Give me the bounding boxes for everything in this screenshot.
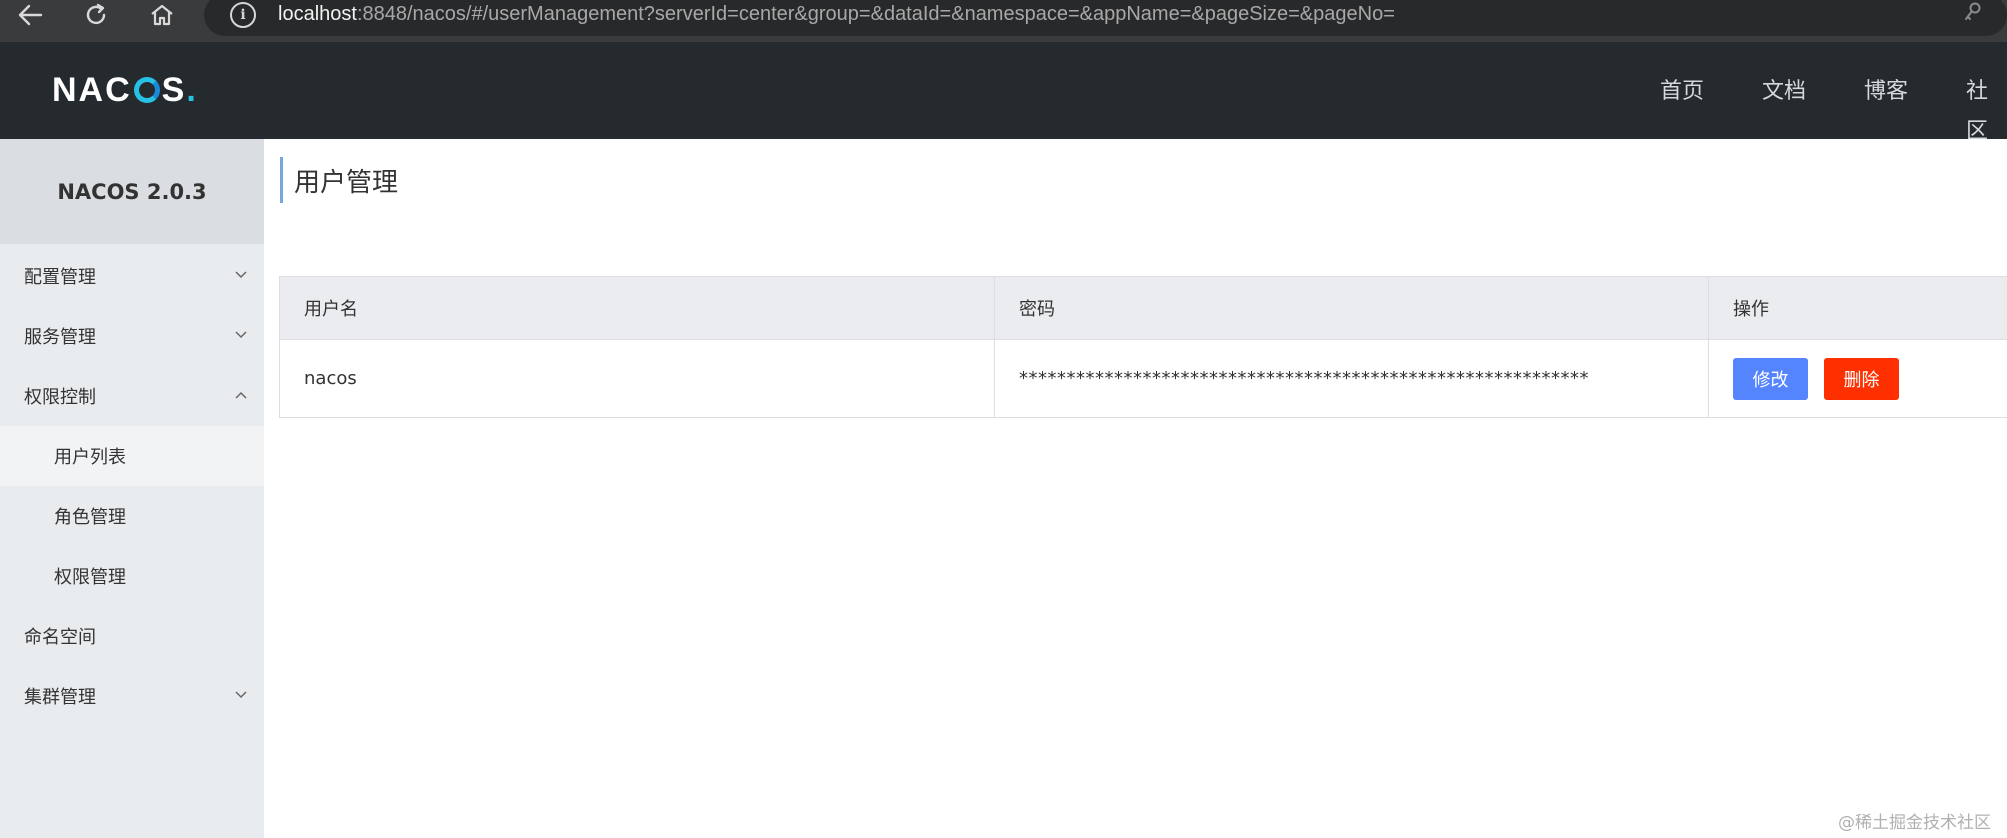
sidebar-item-namespace[interactable]: 命名空间 <box>0 606 264 666</box>
sidebar-item-role-management[interactable]: 角色管理 <box>0 486 264 546</box>
reload-icon[interactable] <box>76 0 116 30</box>
sidebar-item-label: 集群管理 <box>24 687 96 708</box>
nacos-logo[interactable]: NA C S. <box>52 70 198 110</box>
sidebar-item-label: 权限管理 <box>54 567 126 588</box>
sidebar-item-label: 配置管理 <box>24 267 96 288</box>
sidebar-item-permission-management[interactable]: 权限管理 <box>0 546 264 606</box>
nav-blog-link[interactable]: 博客 <box>1864 72 1908 112</box>
cell-username: nacos <box>304 368 357 389</box>
sidebar: NACOS 2.0.3 配置管理 服务管理 权限控制 用户列表 角色管理 权限管… <box>0 139 264 838</box>
chevron-down-icon <box>234 268 248 282</box>
chevron-down-icon <box>234 328 248 342</box>
page-title: 用户管理 <box>294 167 399 198</box>
key-icon[interactable] <box>1964 2 1982 27</box>
home-icon[interactable] <box>142 0 182 30</box>
chevron-up-icon <box>234 388 248 402</box>
column-header-password: 密码 <box>994 277 1708 339</box>
back-arrow-icon[interactable] <box>10 0 50 30</box>
top-header: NA C S. 首页 文档 博客 社区 <box>0 42 2007 144</box>
sidebar-item-label: 命名空间 <box>24 627 96 648</box>
column-header-username: 用户名 <box>304 299 358 320</box>
sidebar-item-label: 服务管理 <box>24 327 96 348</box>
site-info-icon[interactable]: i <box>230 2 256 28</box>
delete-button[interactable]: 删除 <box>1824 358 1899 400</box>
sidebar-item-label: 角色管理 <box>54 507 126 528</box>
sidebar-item-config-management[interactable]: 配置管理 <box>0 246 264 306</box>
sidebar-brand: NACOS 2.0.3 <box>0 139 264 244</box>
sidebar-item-label: 用户列表 <box>54 447 126 468</box>
browser-toolbar: i localhost:8848/nacos/#/userManagement?… <box>0 0 2007 42</box>
logo-dot: . <box>186 70 198 109</box>
sidebar-item-cluster-management[interactable]: 集群管理 <box>0 666 264 726</box>
column-header-actions: 操作 <box>1708 277 2007 339</box>
nav-docs-link[interactable]: 文档 <box>1762 72 1806 112</box>
url-text[interactable]: localhost:8848/nacos/#/userManagement?se… <box>278 0 1395 28</box>
url-host: localhost <box>278 3 357 25</box>
chevron-down-icon <box>234 688 248 702</box>
watermark: @稀土掘金技术社区 <box>1838 813 1991 833</box>
cell-password: ****************************************… <box>994 340 1708 417</box>
url-path: :8848/nacos/#/userManagement?serverId=ce… <box>356 3 1395 25</box>
sidebar-item-label: 权限控制 <box>24 387 96 408</box>
table-row: nacos **********************************… <box>280 340 2007 417</box>
logo-text-prefix: NA <box>52 70 106 109</box>
edit-button[interactable]: 修改 <box>1733 358 1808 400</box>
nav-community-link[interactable]: 社区 <box>1966 72 2007 144</box>
logo-o-icon <box>133 77 160 103</box>
logo-text-suffix: S <box>161 70 187 109</box>
sidebar-item-access-control[interactable]: 权限控制 <box>0 366 264 426</box>
sidebar-item-user-list[interactable]: 用户列表 <box>0 426 264 486</box>
user-table: 用户名 密码 操作 nacos ************************… <box>279 276 2007 418</box>
page-title-block: 用户管理 <box>280 157 398 203</box>
table-header: 用户名 密码 操作 <box>280 277 2007 340</box>
sidebar-item-service-management[interactable]: 服务管理 <box>0 306 264 366</box>
nav-home-link[interactable]: 首页 <box>1660 72 1704 112</box>
logo-c-mark: C <box>105 70 132 109</box>
